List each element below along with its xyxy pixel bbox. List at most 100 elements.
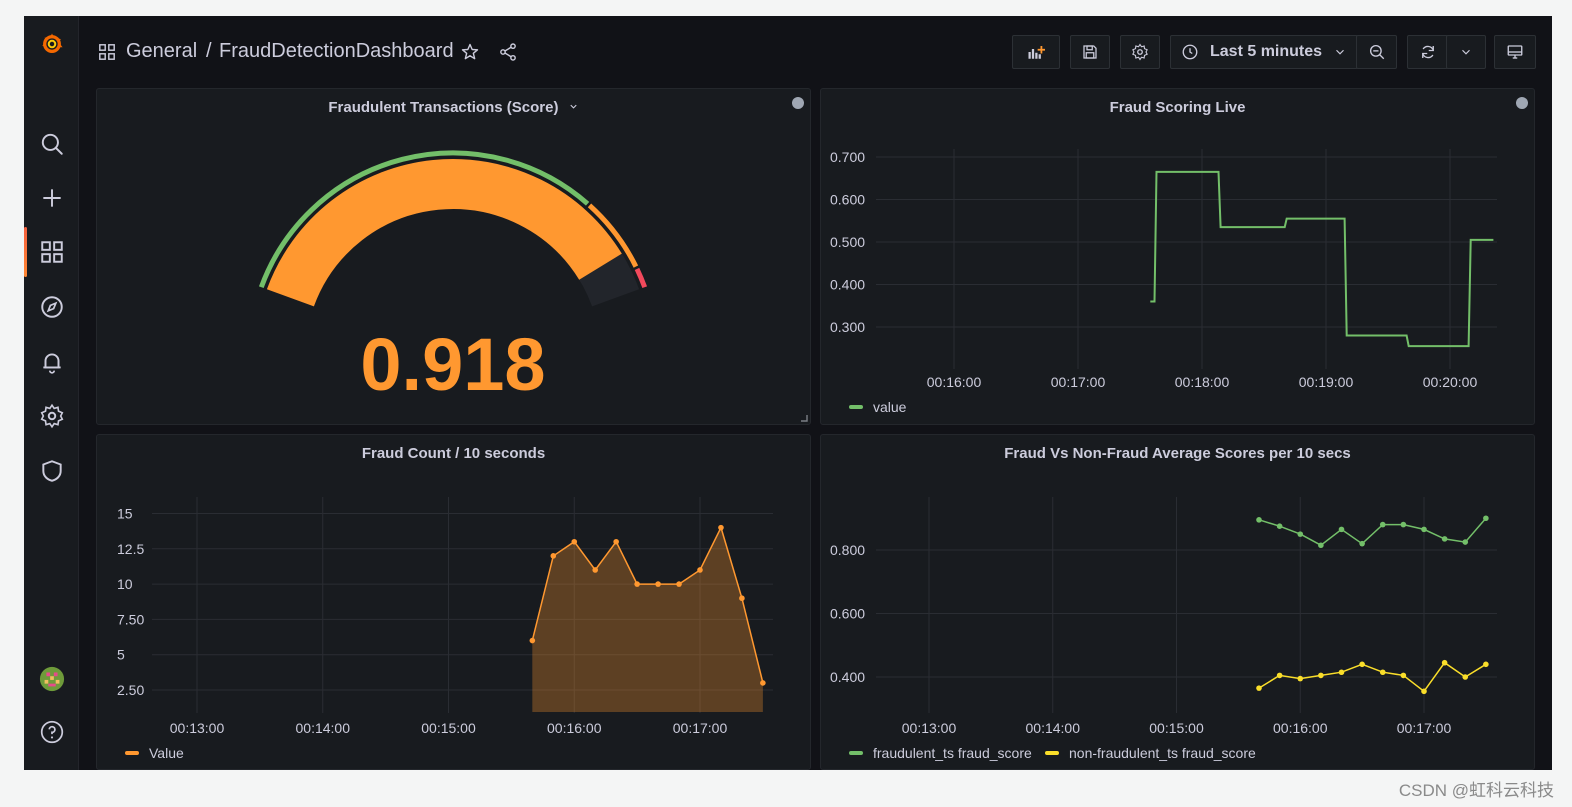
y-tick-label: 0.400 — [830, 669, 865, 685]
y-tick-label: 2.50 — [117, 682, 144, 698]
x-tick-label: 00:13:00 — [902, 720, 957, 736]
fraud-count-panel[interactable]: Fraud Count / 10 seconds 15 12.5 10 7.50 5 2.… — [96, 434, 811, 770]
x-tick-label: 00:16:00 — [927, 374, 982, 390]
profile-avatar[interactable] — [24, 659, 79, 699]
y-tick-label: 7.50 — [117, 611, 144, 627]
data-point — [1483, 661, 1489, 668]
x-tick-label: 00:17:00 — [1051, 374, 1106, 390]
data-point — [1276, 672, 1283, 679]
data-point — [1318, 542, 1324, 549]
data-point — [1318, 672, 1324, 679]
alerting-icon[interactable] — [24, 342, 79, 382]
x-tick-label: 00:18:00 — [1175, 374, 1230, 390]
data-point — [1400, 672, 1407, 679]
y-tick-label: 0.400 — [830, 277, 865, 293]
breadcrumb-separator: / — [206, 40, 212, 62]
save-icon — [1083, 45, 1097, 59]
y-tick-label: 0.700 — [830, 149, 865, 165]
server-admin-icon[interactable] — [24, 451, 79, 491]
data-point — [1359, 661, 1365, 668]
y-tick-label: 0.600 — [830, 192, 865, 208]
x-tick-label: 00:14:00 — [296, 720, 351, 736]
y-tick-label: 0.800 — [830, 542, 865, 558]
page-title[interactable]: FraudDetectionDashboard — [219, 40, 454, 63]
dashboards-grid-icon — [98, 43, 116, 66]
search-icon[interactable] — [24, 124, 79, 164]
fraud-scoring-live-panel[interactable]: Fraud Scoring Live 0.700 0.600 0.500 0.400 0… — [820, 88, 1535, 425]
time-picker-button[interactable]: Last 5 minutes — [1170, 35, 1358, 69]
data-point — [571, 538, 578, 545]
star-icon[interactable] — [460, 42, 480, 67]
chevron-down-icon — [1462, 49, 1470, 55]
data-point — [697, 567, 703, 573]
gauge-value: 0.918 — [360, 323, 545, 406]
explore-icon[interactable] — [24, 287, 79, 327]
series-area-value — [532, 527, 763, 712]
legend-item-fraudulent[interactable]: fraudulent_ts fraud_score — [849, 745, 1032, 761]
legend-swatch — [1045, 751, 1059, 755]
data-point — [529, 637, 536, 644]
x-tick-label: 00:15:00 — [1149, 720, 1204, 736]
data-point — [1297, 531, 1304, 537]
x-tick-label: 00:13:00 — [170, 720, 225, 736]
series-line — [1258, 517, 1487, 547]
gauge-chart: 0.918 — [258, 150, 648, 406]
resize-handle-icon[interactable] — [800, 414, 808, 422]
data-point — [1256, 685, 1262, 691]
breadcrumb-folder[interactable]: General — [126, 40, 197, 63]
chevron-down-icon — [1336, 49, 1344, 55]
data-point — [634, 581, 640, 587]
x-tick-label: 00:16:00 — [1273, 720, 1328, 736]
data-point — [1359, 540, 1365, 547]
legend-item[interactable]: Value — [125, 745, 184, 761]
legend-item-non-fraudulent[interactable]: non-fraudulent_ts fraud_score — [1045, 745, 1256, 761]
add-panel-button[interactable] — [1012, 35, 1060, 69]
refresh-button[interactable] — [1407, 35, 1448, 69]
configuration-icon[interactable] — [24, 396, 79, 436]
dashboards-icon[interactable] — [24, 232, 79, 272]
gauge-value-arc — [266, 159, 622, 307]
data-point — [1338, 669, 1345, 676]
data-point — [655, 581, 661, 587]
data-point — [739, 595, 745, 602]
plus-icon[interactable] — [24, 178, 79, 218]
y-tick-label: 10 — [117, 576, 133, 592]
data-point — [1421, 688, 1427, 695]
legend-swatch — [849, 405, 863, 409]
legend-swatch — [125, 751, 139, 755]
refresh-icon — [1421, 45, 1434, 59]
save-dashboard-button[interactable] — [1070, 35, 1110, 69]
fraud-count-chart: 15 12.5 10 7.50 5 2.50 00:13:00 00:14:00 00:15:0… — [117, 497, 773, 736]
legend-label: Value — [149, 745, 184, 761]
data-point — [592, 567, 599, 573]
clock-icon — [1182, 44, 1198, 60]
data-point — [718, 524, 724, 531]
legend-label: fraudulent_ts fraud_score — [873, 745, 1032, 761]
legend-label: non-fraudulent_ts fraud_score — [1069, 745, 1256, 761]
dashboard-settings-button[interactable] — [1120, 35, 1160, 69]
y-tick-label: 0.300 — [830, 319, 865, 335]
fraud-scoring-live-chart: 0.700 0.600 0.500 0.400 0.300 00:16:00 00:17:0… — [830, 149, 1497, 390]
legend-label: value — [873, 399, 907, 415]
legend-item[interactable]: value — [849, 399, 906, 415]
refresh-interval-dropdown[interactable] — [1446, 35, 1486, 69]
data-point — [760, 680, 766, 686]
share-icon[interactable] — [498, 42, 518, 67]
x-tick-label: 00:14:00 — [1026, 720, 1081, 736]
data-point — [1276, 523, 1283, 529]
data-point — [1421, 526, 1427, 533]
y-tick-label: 0.600 — [830, 606, 865, 622]
view-mode-button[interactable] — [1494, 35, 1536, 69]
fraud-vs-nonfraud-panel[interactable]: Fraud Vs Non-Fraud Average Scores per 10… — [820, 434, 1535, 770]
help-icon[interactable] — [24, 712, 79, 752]
grafana-app: General / FraudDetectionDashboard Last 5… — [24, 16, 1552, 770]
gauge-threshold-red — [634, 267, 648, 289]
grafana-logo-icon[interactable] — [24, 24, 79, 64]
gauge-panel[interactable]: Fraudulent Transactions (Score) 0.918 — [96, 88, 811, 425]
y-tick-label: 0.500 — [830, 234, 865, 250]
y-tick-label: 5 — [117, 647, 125, 663]
zoom-out-button[interactable] — [1356, 35, 1397, 69]
data-point — [1400, 521, 1407, 528]
data-point — [1483, 515, 1489, 522]
data-point — [1297, 675, 1304, 682]
